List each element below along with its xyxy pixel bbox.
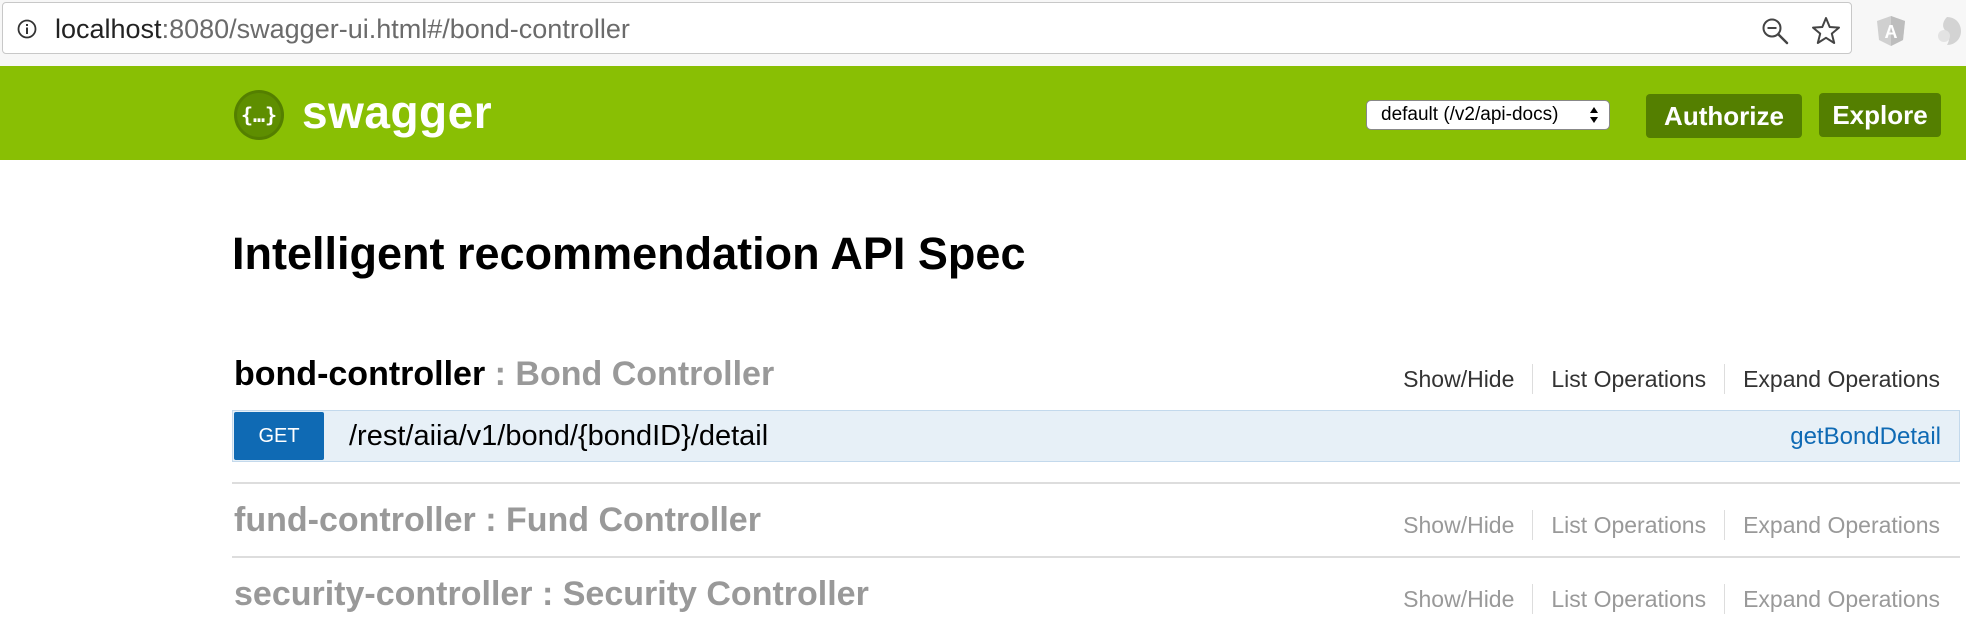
resource-divider	[232, 556, 1960, 558]
options-divider	[1724, 510, 1726, 540]
show-hide-link[interactable]: Show/Hide	[1403, 510, 1514, 540]
resource-heading[interactable]: bond-controller : Bond Controller	[234, 352, 774, 396]
resource-fund-controller: fund-controller : Fund Controller Show/H…	[232, 498, 1960, 548]
url-path: :8080/swagger-ui.html#/bond-controller	[161, 14, 630, 44]
expand-operations-link[interactable]: Expand Operations	[1743, 364, 1940, 394]
address-bar[interactable]: localhost:8080/swagger-ui.html#/bond-con…	[2, 2, 1852, 54]
expand-operations-link[interactable]: Expand Operations	[1743, 510, 1940, 540]
list-operations-link[interactable]: List Operations	[1551, 364, 1706, 394]
show-hide-link[interactable]: Show/Hide	[1403, 364, 1514, 394]
select-arrows-icon	[1590, 107, 1598, 123]
authorize-button[interactable]: Authorize	[1646, 94, 1802, 138]
resource-options: Show/Hide List Operations Expand Operation…	[1403, 510, 1940, 540]
api-title: Intelligent recommendation API Spec	[232, 228, 1026, 279]
explore-button[interactable]: Explore	[1819, 93, 1941, 137]
operation-path[interactable]: /rest/aiia/v1/bond/{bondID}/detail	[349, 419, 768, 453]
operation-id-link[interactable]: getBondDetail	[1790, 423, 1941, 451]
resource-divider	[232, 482, 1960, 484]
bookmark-star-icon[interactable]	[1811, 16, 1841, 46]
resource-heading[interactable]: fund-controller : Fund Controller	[234, 498, 761, 542]
resource-name[interactable]: bond-controller	[234, 355, 485, 393]
resource-options: Show/Hide List Operations Expand Operation…	[1403, 364, 1940, 394]
options-divider	[1532, 364, 1534, 394]
svg-text:{…}: {…}	[241, 103, 277, 127]
resource-name[interactable]: fund-controller	[234, 501, 476, 539]
http-method-badge[interactable]: GET	[234, 412, 324, 460]
resource-options: Show/Hide List Operations Expand Operation…	[1403, 584, 1940, 614]
resource-name[interactable]: security-controller	[234, 575, 533, 613]
show-hide-link[interactable]: Show/Hide	[1403, 584, 1514, 614]
api-spec-select[interactable]: default (/v2/api-docs)	[1366, 100, 1610, 130]
swagger-logo-icon[interactable]: {…}	[233, 89, 285, 141]
swagger-header: {…} swagger default (/v2/api-docs) Autho…	[0, 66, 1966, 160]
url-text[interactable]: localhost:8080/swagger-ui.html#/bond-con…	[55, 15, 630, 43]
options-divider	[1532, 584, 1534, 614]
list-operations-link[interactable]: List Operations	[1551, 584, 1706, 614]
browser-toolbar: localhost:8080/swagger-ui.html#/bond-con…	[0, 0, 1966, 66]
url-host: localhost	[55, 14, 162, 44]
resource-description: : Security Controller	[532, 575, 869, 613]
resource-description: : Bond Controller	[485, 355, 775, 393]
api-spec-select-value: default (/v2/api-docs)	[1381, 104, 1559, 125]
expand-operations-link[interactable]: Expand Operations	[1743, 584, 1940, 614]
operation-get-bond-detail[interactable]: GET /rest/aiia/v1/bond/{bondID}/detail g…	[232, 410, 1960, 462]
options-divider	[1724, 364, 1726, 394]
resource-description: : Fund Controller	[475, 501, 761, 539]
options-divider	[1724, 584, 1726, 614]
resource-security-controller: security-controller : Security Controlle…	[232, 572, 1960, 622]
extension-icon[interactable]	[1930, 14, 1964, 48]
angular-extension-icon[interactable]: A	[1874, 14, 1908, 48]
resource-bond-controller: bond-controller : Bond Controller Show/H…	[232, 352, 1960, 402]
options-divider	[1532, 510, 1534, 540]
info-icon[interactable]	[17, 19, 37, 39]
resource-heading[interactable]: security-controller : Security Controlle…	[234, 572, 869, 616]
swagger-logo-text[interactable]: swagger	[302, 84, 492, 140]
svg-text:A: A	[1885, 22, 1898, 42]
zoom-out-icon[interactable]	[1761, 17, 1789, 45]
list-operations-link[interactable]: List Operations	[1551, 510, 1706, 540]
